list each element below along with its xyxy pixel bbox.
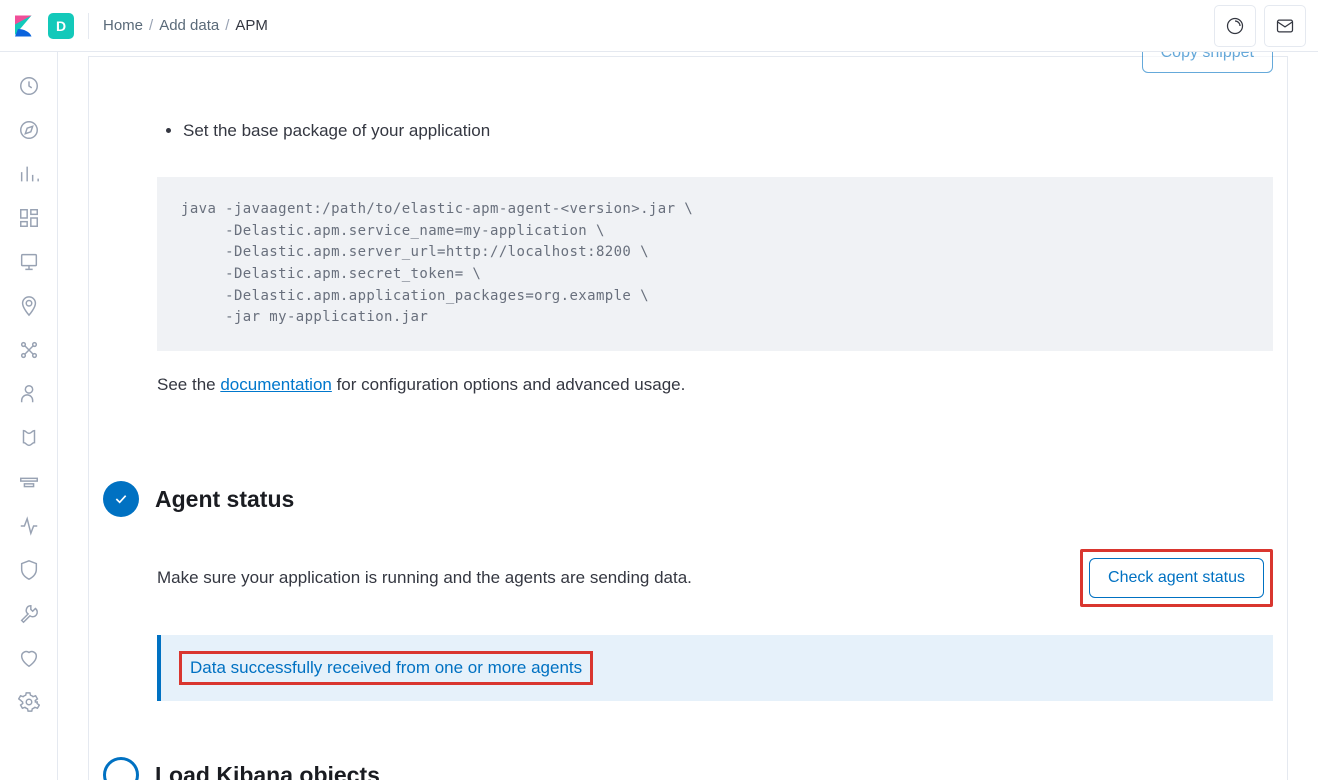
setup-bullets: Set the base package of your application — [157, 121, 1273, 141]
kibana-logo[interactable] — [12, 14, 36, 38]
nav-management-icon[interactable] — [0, 680, 57, 724]
nav-dashboard-icon[interactable] — [0, 196, 57, 240]
nav-infrastructure-icon[interactable] — [0, 372, 57, 416]
doc-suffix: for configuration options and advanced u… — [332, 375, 685, 394]
setup-step-block: Set the base package of your application… — [103, 103, 1273, 425]
step-done-icon — [103, 481, 139, 517]
main-scroll-area[interactable]: Copy snippet Set the base package of you… — [58, 52, 1318, 780]
setup-bullet-item: Set the base package of your application — [183, 121, 1273, 141]
mail-button[interactable] — [1264, 5, 1306, 47]
nav-ml-icon[interactable] — [0, 328, 57, 372]
nav-maps-icon[interactable] — [0, 284, 57, 328]
nav-canvas-icon[interactable] — [0, 240, 57, 284]
breadcrumb-apm: APM — [235, 17, 268, 34]
nav-discover-icon[interactable] — [0, 108, 57, 152]
java-agent-snippet: java -javaagent:/path/to/elastic-apm-age… — [157, 177, 1273, 351]
nav-apm-icon[interactable] — [0, 460, 57, 504]
nav-recent-icon[interactable] — [0, 64, 57, 108]
nav-siem-icon[interactable] — [0, 548, 57, 592]
copy-snippet-button[interactable]: Copy snippet — [1142, 52, 1273, 73]
callout-highlight: Data successfully received from one or m… — [179, 651, 593, 685]
apm-setup-card: Copy snippet Set the base package of you… — [88, 56, 1288, 780]
breadcrumb-home[interactable]: Home — [103, 17, 143, 34]
agent-status-title: Agent status — [155, 486, 294, 513]
breadcrumb: Home / Add data / APM — [103, 17, 268, 34]
documentation-link[interactable]: documentation — [220, 375, 332, 394]
space-badge[interactable]: D — [48, 13, 74, 39]
step-agent-status-head: Agent status — [103, 481, 1273, 517]
load-objects-title: Load Kibana objects — [155, 762, 380, 780]
breadcrumb-sep: / — [149, 17, 153, 34]
header-separator — [88, 13, 89, 39]
nav-dev-tools-icon[interactable] — [0, 592, 57, 636]
nav-logs-icon[interactable] — [0, 416, 57, 460]
nav-visualize-icon[interactable] — [0, 152, 57, 196]
check-agent-status-button[interactable]: Check agent status — [1089, 558, 1264, 598]
nav-monitoring-icon[interactable] — [0, 636, 57, 680]
agent-status-callout: Data successfully received from one or m… — [157, 635, 1273, 701]
doc-prefix: See the — [157, 375, 220, 394]
step-load-objects-head: Load Kibana objects — [103, 757, 1273, 780]
copy-snippet-wrap: Copy snippet — [103, 57, 1273, 97]
check-agent-highlight: Check agent status — [1080, 549, 1273, 607]
breadcrumb-add-data[interactable]: Add data — [159, 17, 219, 34]
newsfeed-button[interactable] — [1214, 5, 1256, 47]
header-bar: D Home / Add data / APM — [0, 0, 1318, 52]
nav-uptime-icon[interactable] — [0, 504, 57, 548]
callout-message: Data successfully received from one or m… — [190, 658, 582, 677]
agent-status-row: Make sure your application is running an… — [157, 549, 1273, 607]
breadcrumb-sep: / — [225, 17, 229, 34]
step-pending-icon — [103, 757, 139, 780]
nav-rail — [0, 52, 58, 780]
agent-status-desc: Make sure your application is running an… — [157, 568, 692, 588]
doc-line: See the documentation for configuration … — [157, 375, 1273, 395]
